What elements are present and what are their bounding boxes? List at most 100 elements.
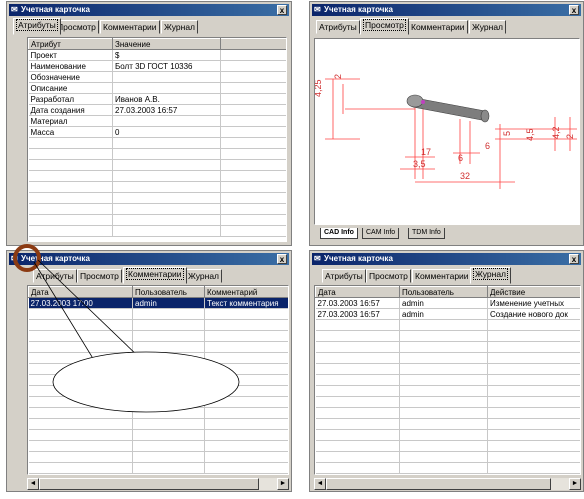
table-row[interactable]: 27.03.2003 16:57 admin Создание нового док	[315, 308, 580, 320]
table-row[interactable]	[28, 330, 288, 342]
tab-attributes[interactable]: Атрибуты	[322, 269, 366, 283]
table-row[interactable]	[28, 308, 288, 320]
tab-journal[interactable]: Журнал	[470, 267, 512, 284]
table-row[interactable]	[315, 440, 580, 452]
tab-preview[interactable]: Просмотр	[366, 269, 411, 283]
table-cell	[28, 341, 133, 353]
window-title: Учетная карточка	[21, 5, 90, 14]
table-row[interactable]	[315, 363, 580, 375]
table-row[interactable]	[315, 374, 580, 386]
tab-preview[interactable]: Просмотр	[360, 18, 409, 35]
table-row[interactable]: 27.03.2003 17:00 admin Текст комментария	[28, 297, 288, 309]
table-row[interactable]	[28, 214, 286, 226]
table-row[interactable]	[28, 319, 288, 331]
scroll-left-button[interactable]: ◄	[314, 478, 326, 490]
close-button[interactable]: x	[277, 254, 287, 264]
tab-attributes[interactable]: Атрибуты	[13, 18, 61, 35]
column-header-comment[interactable]: Комментарий	[204, 286, 288, 298]
column-header-user[interactable]: Пользователь	[399, 286, 488, 298]
horizontal-scrollbar[interactable]: ◄ ►	[27, 477, 289, 490]
table-row[interactable]	[28, 396, 288, 408]
close-button[interactable]: x	[569, 254, 579, 264]
table-cell: Масса	[28, 126, 113, 138]
table-row[interactable]	[315, 451, 580, 463]
table-row[interactable]: Наименование Болт 3D ГОСТ 10336	[28, 60, 286, 72]
table-row[interactable]	[28, 137, 286, 149]
tab-comments[interactable]: Комментарии	[408, 20, 468, 34]
table-row[interactable]	[28, 170, 286, 182]
table-row[interactable]	[28, 159, 286, 171]
tab-attributes[interactable]: Атрибуты	[33, 269, 77, 283]
table-row[interactable]	[28, 385, 288, 397]
table-row[interactable]	[315, 352, 580, 364]
tab-cam-info[interactable]: CAM Info	[362, 228, 400, 239]
table-cell	[315, 440, 400, 452]
table-row[interactable]	[28, 225, 286, 237]
table-row[interactable]	[315, 319, 580, 331]
table-row[interactable]: Описание	[28, 82, 286, 94]
tab-journal[interactable]: Журнал	[161, 20, 199, 34]
table-row[interactable]	[28, 363, 288, 375]
table-cell: Изменение учетных	[487, 297, 580, 309]
table-row[interactable]: Материал	[28, 115, 286, 127]
table-row[interactable]: Дата создания 27.03.2003 16:57	[28, 104, 286, 116]
tab-preview[interactable]: Просмотр	[77, 269, 122, 283]
table-row[interactable]: Обозначение	[28, 71, 286, 83]
tab-comments[interactable]: Комментарии	[412, 269, 472, 283]
table-cell: Дата создания	[28, 104, 113, 116]
horizontal-scrollbar[interactable]: ◄ ►	[314, 477, 581, 490]
table-row[interactable]	[315, 341, 580, 353]
table-cell	[487, 330, 580, 342]
table-row[interactable]	[28, 418, 288, 430]
table-row[interactable]	[28, 440, 288, 452]
scroll-right-button[interactable]: ►	[569, 478, 581, 490]
tab-journal[interactable]: Журнал	[185, 269, 223, 283]
column-header-user[interactable]: Пользователь	[132, 286, 205, 298]
table-row[interactable]	[315, 462, 580, 474]
table-row[interactable]	[28, 451, 288, 463]
column-header-value[interactable]: Значение	[112, 38, 221, 50]
tab-journal[interactable]: Журнал	[469, 20, 507, 34]
table-row[interactable]	[315, 429, 580, 441]
table-cell	[28, 330, 133, 342]
table-row[interactable]	[315, 385, 580, 397]
table-row[interactable]	[28, 192, 286, 204]
scroll-left-button[interactable]: ◄	[27, 478, 39, 490]
table-row[interactable]	[28, 407, 288, 419]
close-button[interactable]: x	[277, 5, 287, 15]
table-cell	[28, 396, 133, 408]
table-row[interactable]: 27.03.2003 16:57 admin Изменение учетных	[315, 297, 580, 309]
column-header-date[interactable]: Дата	[315, 286, 400, 298]
table-row[interactable]	[28, 429, 288, 441]
column-header-action[interactable]: Действие	[487, 286, 580, 298]
table-row[interactable]	[28, 374, 288, 386]
table-row[interactable]	[315, 407, 580, 419]
table-row[interactable]	[28, 341, 288, 353]
scroll-thumb[interactable]	[326, 478, 551, 490]
column-header-attribute[interactable]: Атрибут	[28, 38, 113, 50]
table-row[interactable]	[28, 181, 286, 193]
table-cell	[28, 159, 113, 171]
column-header-date[interactable]: Дата	[28, 286, 133, 298]
dim-label: 4,5	[525, 128, 535, 141]
tab-comments[interactable]: Комментарии	[100, 20, 160, 34]
table-row[interactable]: Разработал Иванов А.В.	[28, 93, 286, 105]
tab-cad-info[interactable]: CAD Info	[320, 228, 358, 239]
table-row[interactable]: Проект $	[28, 49, 286, 61]
table-row[interactable]: Масса 0	[28, 126, 286, 138]
tab-comments[interactable]: Комментарии	[123, 267, 187, 284]
close-button[interactable]: x	[569, 5, 579, 15]
scroll-right-button[interactable]: ►	[277, 478, 289, 490]
table-row[interactable]	[315, 330, 580, 342]
table-row[interactable]	[315, 418, 580, 430]
table-row[interactable]	[315, 396, 580, 408]
table-cell	[487, 462, 580, 474]
scroll-thumb[interactable]	[39, 478, 259, 490]
table-cell	[28, 203, 113, 215]
tab-attributes[interactable]: Атрибуты	[316, 20, 360, 34]
table-row[interactable]	[28, 203, 286, 215]
table-row[interactable]	[28, 462, 288, 474]
table-row[interactable]	[28, 352, 288, 364]
tab-tdm-info[interactable]: TDM Info	[408, 228, 445, 239]
table-row[interactable]	[28, 148, 286, 160]
